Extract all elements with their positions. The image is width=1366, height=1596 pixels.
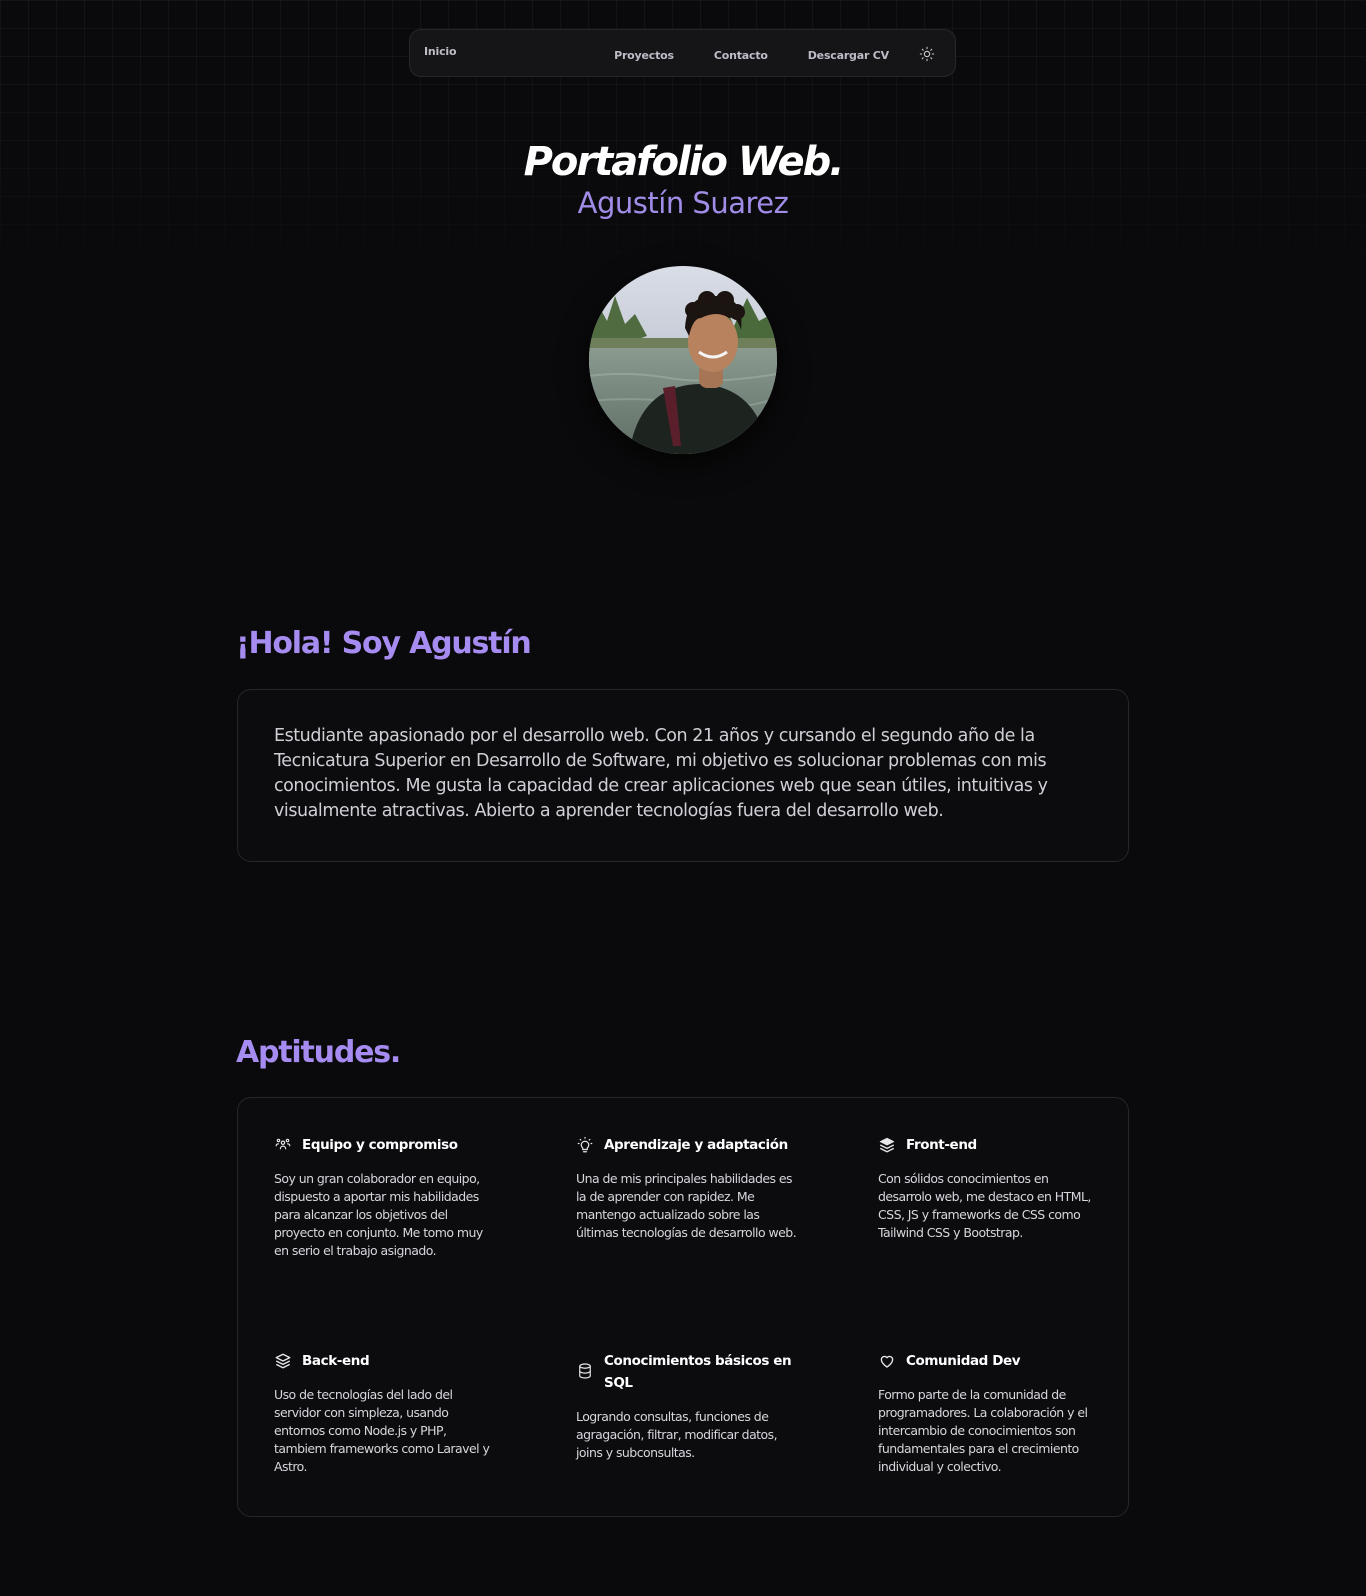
skill-description: Uso de tecnologías del lado del servidor…	[274, 1387, 490, 1474]
stack-icon	[275, 1353, 291, 1369]
heart-icon	[880, 1355, 894, 1368]
hero-title: Portafolio Web.	[523, 139, 845, 185]
skill-description: Una de mis principales habilidades es la…	[576, 1171, 797, 1240]
skill-title: Comunidad Dev	[906, 1353, 1021, 1369]
nav-links: Proyectos Contacto Descargar CV	[574, 30, 937, 78]
about-text: Estudiante apasionado por el desarrollo …	[274, 726, 1048, 821]
skill-description: Soy un gran colaborador en equipo, dispu…	[274, 1171, 483, 1258]
skill-description: Con sólidos conocimientos en desarrolo w…	[878, 1171, 1091, 1240]
about-heading: ¡Hola! Soy Agustín	[236, 626, 532, 661]
skill-item-team: Equipo y compromiso Soy un gran colabora…	[274, 1134, 504, 1260]
nav-contact-link[interactable]: Contacto	[714, 49, 768, 62]
nav-download-cv-link[interactable]: Descargar CV	[808, 49, 889, 62]
about-card: Estudiante apasionado por el desarrollo …	[237, 689, 1129, 862]
top-nav: Inicio Proyectos Contacto Descargar CV	[409, 29, 956, 77]
skills-card: Equipo y compromiso Soy un gran colabora…	[237, 1097, 1129, 1517]
skill-title: Aprendizaje y adaptación	[604, 1137, 788, 1153]
team-icon	[275, 1138, 291, 1150]
skill-title: Equipo y compromiso	[302, 1137, 458, 1153]
lightbulb-icon	[577, 1136, 593, 1153]
skill-title: Front-end	[906, 1137, 977, 1153]
nav-projects-link[interactable]: Proyectos	[614, 49, 674, 62]
theme-toggle-button[interactable]	[917, 44, 937, 64]
skill-title: Conocimientos básicos en SQL	[604, 1353, 792, 1391]
skill-description: Logrando consultas, funciones de agragac…	[576, 1409, 778, 1460]
skill-item-learning: Aprendizaje y adaptación Una de mis prin…	[576, 1134, 806, 1242]
nav-home-link[interactable]: Inicio	[424, 45, 457, 58]
hero-subtitle: Agustín Suarez	[577, 186, 789, 220]
avatar	[589, 266, 777, 454]
layers-icon	[879, 1137, 895, 1153]
skill-title: Back-end	[302, 1353, 370, 1369]
skill-description: Formo parte de la comunidad de programad…	[878, 1387, 1088, 1474]
skill-item-frontend: Front-end Con sólidos conocimientos en d…	[878, 1134, 1108, 1242]
skill-item-backend: Back-end Uso de tecnologías del lado del…	[274, 1350, 504, 1476]
skills-heading: Aptitudes.	[236, 1035, 401, 1070]
skill-item-sql: Conocimientos básicos en SQL Logrando co…	[576, 1350, 806, 1462]
database-icon	[579, 1363, 591, 1379]
sun-icon	[919, 46, 935, 62]
skill-item-community: Comunidad Dev Formo parte de la comunida…	[878, 1350, 1108, 1476]
